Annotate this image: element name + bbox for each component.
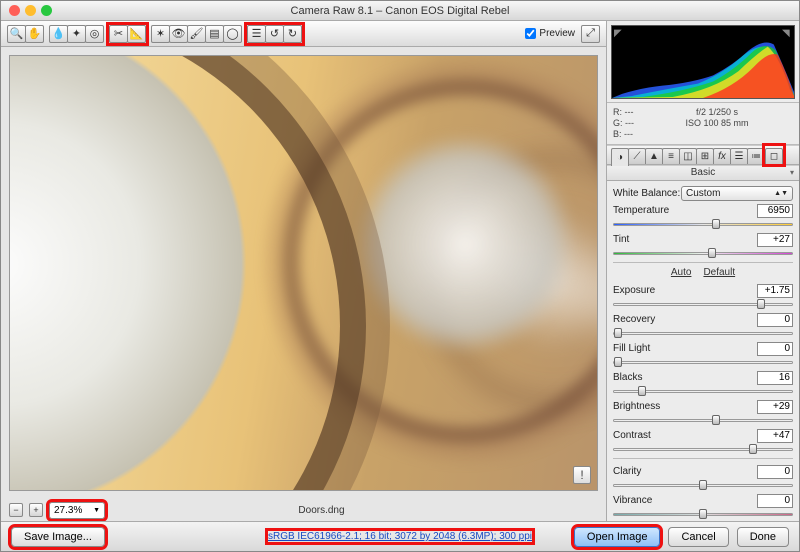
tint-label: Tint [613,234,673,245]
contrast-input[interactable] [757,429,793,443]
contrast-slider[interactable] [613,444,793,454]
contrast-label: Contrast [613,430,673,441]
recovery-input[interactable] [757,313,793,327]
blacks-input[interactable] [757,371,793,385]
blacks-label: Blacks [613,372,673,383]
workflow-options-link[interactable]: sRGB IEC61966-2.1; 16 bit; 3072 by 2048 … [268,531,532,542]
vibrance-label: Vibrance [613,495,673,506]
red-eye-tool[interactable]: 👁 [169,25,188,43]
spot-removal-tool[interactable]: ✶ [151,25,170,43]
brightness-slider[interactable] [613,415,793,425]
panel-header[interactable]: Basic ▾ [607,165,799,181]
auto-button[interactable]: Auto [671,267,692,278]
image-preview[interactable]: ! [9,55,598,491]
highlight-warning-icon[interactable]: ! [573,466,591,484]
zoom-value: 27.3% [54,505,82,516]
recovery-slider[interactable] [613,328,793,338]
tab-calibration[interactable]: ☰ [730,148,748,164]
tab-lens[interactable]: ⊞ [696,148,714,164]
info-readout: R: --- G: --- B: --- f/2 1/250 s ISO 100… [607,103,799,145]
targeted-adjust-tool[interactable]: ◎ [85,25,104,43]
tab-effects[interactable]: fx [713,148,731,164]
preview-label: Preview [539,28,575,39]
filllight-label: Fill Light [613,343,673,354]
tab-tone-curve[interactable]: ⟋ [628,148,646,164]
temperature-input[interactable] [757,204,793,218]
temperature-slider[interactable] [613,219,793,229]
basic-panel: White Balance: Custom▲▼ Temperature Tint [607,181,799,521]
clarity-label: Clarity [613,466,673,477]
recovery-label: Recovery [613,314,673,325]
preview-checkbox[interactable]: Preview [525,28,575,39]
straighten-tool[interactable]: 📐 [127,25,146,43]
tint-slider[interactable] [613,248,793,258]
zoom-level-select[interactable]: 27.3% ▼ [49,502,105,519]
blacks-slider[interactable] [613,386,793,396]
exposure-slider[interactable] [613,299,793,309]
clarity-slider[interactable] [613,480,793,490]
preview-checkbox-input[interactable] [525,28,536,39]
filllight-slider[interactable] [613,357,793,367]
white-balance-select[interactable]: Custom▲▼ [681,186,793,201]
exposure-label: Exposure [613,285,673,296]
histogram[interactable]: ◤ ◥ [611,25,795,99]
crop-tool[interactable]: ✂ [109,25,128,43]
panel-tabs: ◑ ⟋ ▲ ≡ ◫ ⊞ fx ☰ ≔ ◻ [607,145,799,165]
rotate-cw-button[interactable]: ↻ [283,25,302,43]
panel-menu-icon[interactable]: ▾ [790,165,794,181]
adjustment-brush-tool[interactable]: 🖌 [187,25,206,43]
window-title: Camera Raw 8.1 – Canon EOS Digital Rebel [1,5,799,17]
tab-presets[interactable]: ≔ [747,148,765,164]
filename-label: Doors.dng [111,505,532,516]
radial-filter-tool[interactable]: ◯ [223,25,242,43]
zoom-out-button[interactable]: − [9,503,23,517]
vibrance-input[interactable] [757,494,793,508]
temperature-label: Temperature [613,205,673,216]
white-balance-tool[interactable]: 💧 [49,25,68,43]
fullscreen-toggle[interactable]: ⤢ [581,25,600,43]
rotate-ccw-button[interactable]: ↺ [265,25,284,43]
default-button[interactable]: Default [703,267,735,278]
zoom-tool[interactable]: 🔍 [7,25,26,43]
tab-snapshots[interactable]: ◻ [765,148,783,164]
graduated-filter-tool[interactable]: ▤ [205,25,224,43]
close-window-button[interactable] [9,5,20,16]
tab-basic[interactable]: ◑ [611,148,629,166]
chevron-down-icon: ▼ [93,507,100,514]
clarity-input[interactable] [757,465,793,479]
exposure-input[interactable] [757,284,793,298]
toolbar: 🔍 ✋ 💧 ✦ ◎ ✂ 📐 ✶ 👁 🖌 ▤ ◯ ☰ [1,21,606,47]
vibrance-slider[interactable] [613,509,793,519]
hand-tool[interactable]: ✋ [25,25,44,43]
color-sampler-tool[interactable]: ✦ [67,25,86,43]
preview-image [10,56,597,490]
preferences-button[interactable]: ☰ [247,25,266,43]
tint-input[interactable] [757,233,793,247]
brightness-label: Brightness [613,401,673,412]
filllight-input[interactable] [757,342,793,356]
tab-detail[interactable]: ▲ [645,148,663,164]
zoom-in-button[interactable]: + [29,503,43,517]
white-balance-label: White Balance: [613,188,681,199]
tab-hsl[interactable]: ≡ [662,148,680,164]
tab-split-toning[interactable]: ◫ [679,148,697,164]
minimize-window-button[interactable] [25,5,36,16]
zoom-window-button[interactable] [41,5,52,16]
brightness-input[interactable] [757,400,793,414]
